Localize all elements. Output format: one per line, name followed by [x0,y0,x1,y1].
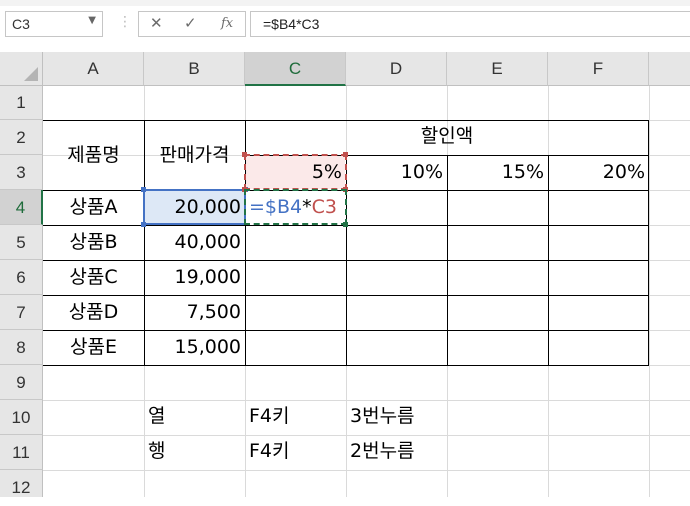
column-header-f[interactable]: F [548,52,649,86]
cell-a5[interactable]: 상품B [43,225,144,260]
cell-b8[interactable]: 15,000 [144,330,245,365]
resize-handle[interactable] [141,222,146,227]
cell-a8[interactable]: 상품E [43,330,144,365]
row-header-12[interactable]: 12 [0,470,43,497]
cell-d10[interactable]: 3번누름 [346,400,447,435]
active-cell-border [244,189,347,225]
column-header-d[interactable]: D [346,52,447,86]
select-all-button[interactable] [0,52,43,86]
header-price[interactable]: 판매가격 [144,120,245,190]
row-header-1[interactable]: 1 [0,86,43,120]
cell-a4[interactable]: 상품A [43,190,144,225]
cell-d3[interactable]: 10% [346,155,447,190]
cell-b5[interactable]: 40,000 [144,225,245,260]
formula-text: =$B4*C3 [263,16,320,32]
cell-a6[interactable]: 상품C [43,260,144,295]
row-header-5[interactable]: 5 [0,225,43,260]
resize-handle[interactable] [343,152,348,157]
cell-f3[interactable]: 20% [548,155,649,190]
row-header-6[interactable]: 6 [0,260,43,295]
cell-b11[interactable]: 행 [144,435,245,470]
cell-b6[interactable]: 19,000 [144,260,245,295]
chevron-down-icon[interactable]: ▼ [88,15,96,26]
cell-e3[interactable]: 15% [447,155,548,190]
cell-b7[interactable]: 7,500 [144,295,245,330]
name-box[interactable]: C3 ▼ [5,11,103,37]
name-box-value: C3 [12,16,30,32]
row-header-9[interactable]: 9 [0,365,43,400]
cell-c10[interactable]: F4키 [245,400,346,435]
row-header-8[interactable]: 8 [0,330,43,365]
column-header-e[interactable]: E [447,52,548,86]
column-header-b[interactable]: B [144,52,245,86]
reference-frame-c3 [244,154,347,190]
row-header-11[interactable]: 11 [0,435,43,470]
cell-c11[interactable]: F4키 [245,435,346,470]
enter-icon[interactable]: ✓ [184,14,197,32]
insert-function-icon[interactable]: fx [221,16,233,31]
header-product-name[interactable]: 제품명 [43,120,144,190]
cell-b10[interactable]: 열 [144,400,245,435]
fill-handle[interactable] [343,222,348,227]
gridline [43,470,690,471]
cancel-icon[interactable]: ✕ [150,14,163,32]
row-header-2[interactable]: 2 [0,120,43,155]
formula-buttons: ✕ ✓ fx [138,11,246,37]
table-border [43,365,649,366]
row-header-4[interactable]: 4 [0,190,43,225]
cell-d11[interactable]: 2번누름 [346,435,447,470]
row-header-3[interactable]: 3 [0,155,43,190]
resize-handle[interactable] [141,187,146,192]
resize-handle[interactable] [242,152,247,157]
row-header-7[interactable]: 7 [0,295,43,330]
row-header-10[interactable]: 10 [0,400,43,435]
column-header-a[interactable]: A [43,52,144,86]
header-discount[interactable]: 할인액 [245,120,649,155]
drag-handle-icon[interactable]: ⋮ [118,14,132,30]
column-header-c[interactable]: C [245,52,346,86]
select-all-icon [24,67,38,81]
cell-a7[interactable]: 상품D [43,295,144,330]
reference-frame-b4 [143,189,246,225]
formula-input[interactable]: =$B4*C3 [250,11,690,37]
column-header-g[interactable] [649,52,690,86]
